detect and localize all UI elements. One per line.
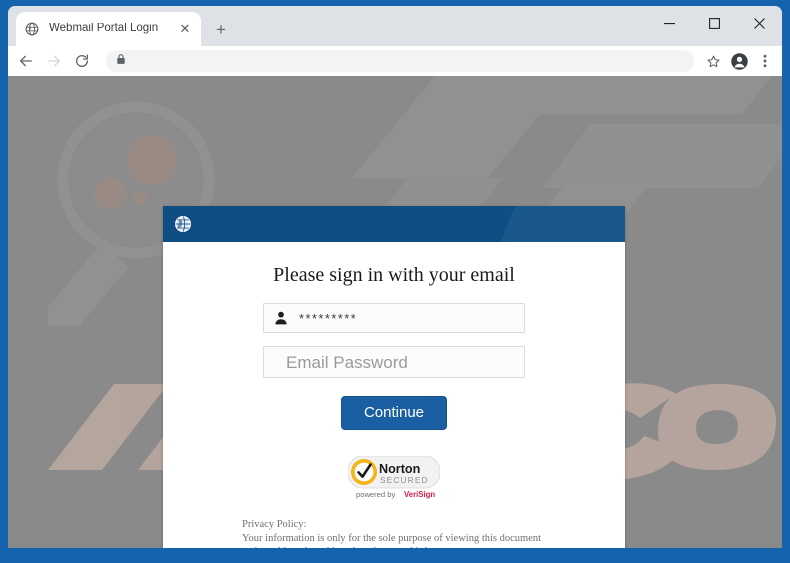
page-viewport: Please sign in with your email ********* [8, 76, 782, 548]
back-arrow-icon[interactable] [12, 47, 40, 75]
card-body: Please sign in with your email ********* [163, 242, 625, 548]
page-title: Please sign in with your email [273, 264, 515, 286]
norton-secured-badge: Norton SECURED powered by VeriSign [347, 455, 441, 500]
trust-badge-row: Norton SECURED powered by VeriSign [163, 455, 625, 500]
browser-chrome: Webmail Portal Login ✕ + [8, 6, 782, 76]
svg-text:powered by: powered by [356, 490, 395, 499]
privacy-line-1: Your information is only for the sole pu… [242, 532, 542, 544]
username-row: ********* [163, 303, 625, 333]
signin-card: Please sign in with your email ********* [163, 206, 625, 548]
svg-text:VeriSign: VeriSign [404, 490, 435, 499]
forward-arrow-icon[interactable] [40, 47, 68, 75]
maximize-icon[interactable] [692, 6, 737, 40]
tab-title: Webmail Portal Login [49, 23, 159, 35]
svg-text:SECURED: SECURED [380, 475, 429, 485]
continue-button[interactable]: Continue [340, 396, 448, 430]
submit-row: Continue [163, 396, 625, 430]
privacy-line-2: and would not be sold or shared to any t… [242, 545, 625, 548]
address-bar[interactable] [106, 50, 694, 72]
three-dot-menu-icon[interactable] [752, 48, 778, 74]
person-icon [272, 310, 289, 327]
reload-icon[interactable] [68, 47, 96, 75]
lock-icon [116, 52, 126, 70]
new-tab-button[interactable]: + [210, 18, 232, 40]
browser-tab[interactable]: Webmail Portal Login ✕ [16, 12, 201, 46]
browser-toolbar [8, 46, 782, 76]
window-controls [647, 6, 782, 40]
password-input[interactable]: Email Password [263, 346, 525, 378]
minimize-icon[interactable] [647, 6, 692, 40]
username-input[interactable]: ********* [263, 303, 525, 333]
privacy-heading: Privacy Policy: [242, 518, 307, 530]
account-avatar-icon[interactable] [726, 48, 752, 74]
close-icon[interactable] [737, 6, 782, 40]
globe-icon [174, 215, 192, 233]
tab-strip: Webmail Portal Login ✕ + [8, 6, 782, 46]
username-value: ********* [299, 310, 358, 326]
toolbar-right-actions [700, 48, 778, 74]
star-icon[interactable] [700, 48, 726, 74]
card-header [163, 206, 625, 242]
password-row: Email Password [163, 346, 625, 378]
close-icon[interactable]: ✕ [177, 21, 193, 37]
globe-icon [24, 21, 40, 37]
password-placeholder: Email Password [286, 352, 408, 372]
svg-text:Norton: Norton [379, 462, 420, 476]
privacy-policy: Privacy Policy: Your information is only… [242, 518, 625, 548]
screen: Webmail Portal Login ✕ + Please sign in … [0, 0, 790, 563]
